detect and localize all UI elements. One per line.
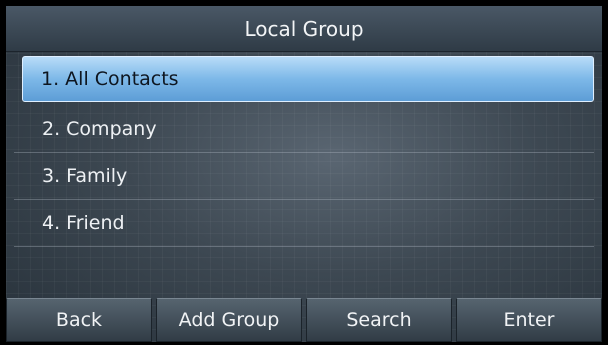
enter-button[interactable]: Enter	[456, 298, 602, 342]
list-item-label: 1. All Contacts	[41, 68, 179, 90]
title-bar: Local Group	[6, 6, 602, 52]
list-item-all-contacts[interactable]: 1. All Contacts	[22, 56, 594, 102]
softkey-bar: Back Add Group Search Enter	[6, 298, 602, 342]
group-list: 1. All Contacts 2. Company 3. Family 4. …	[6, 56, 602, 247]
page-title: Local Group	[244, 16, 364, 41]
list-item-label: 4. Friend	[42, 212, 125, 234]
list-item-label: 3. Family	[42, 165, 128, 187]
search-button[interactable]: Search	[306, 298, 452, 342]
add-group-button[interactable]: Add Group	[156, 298, 302, 342]
list-item-family[interactable]: 3. Family	[14, 153, 594, 200]
list-item-label: 2. Company	[42, 118, 157, 140]
back-button[interactable]: Back	[6, 298, 152, 342]
list-item-company[interactable]: 2. Company	[14, 106, 594, 153]
phone-screen: Local Group 1. All Contacts 2. Company 3…	[6, 6, 602, 342]
list-item-friend[interactable]: 4. Friend	[14, 200, 594, 247]
